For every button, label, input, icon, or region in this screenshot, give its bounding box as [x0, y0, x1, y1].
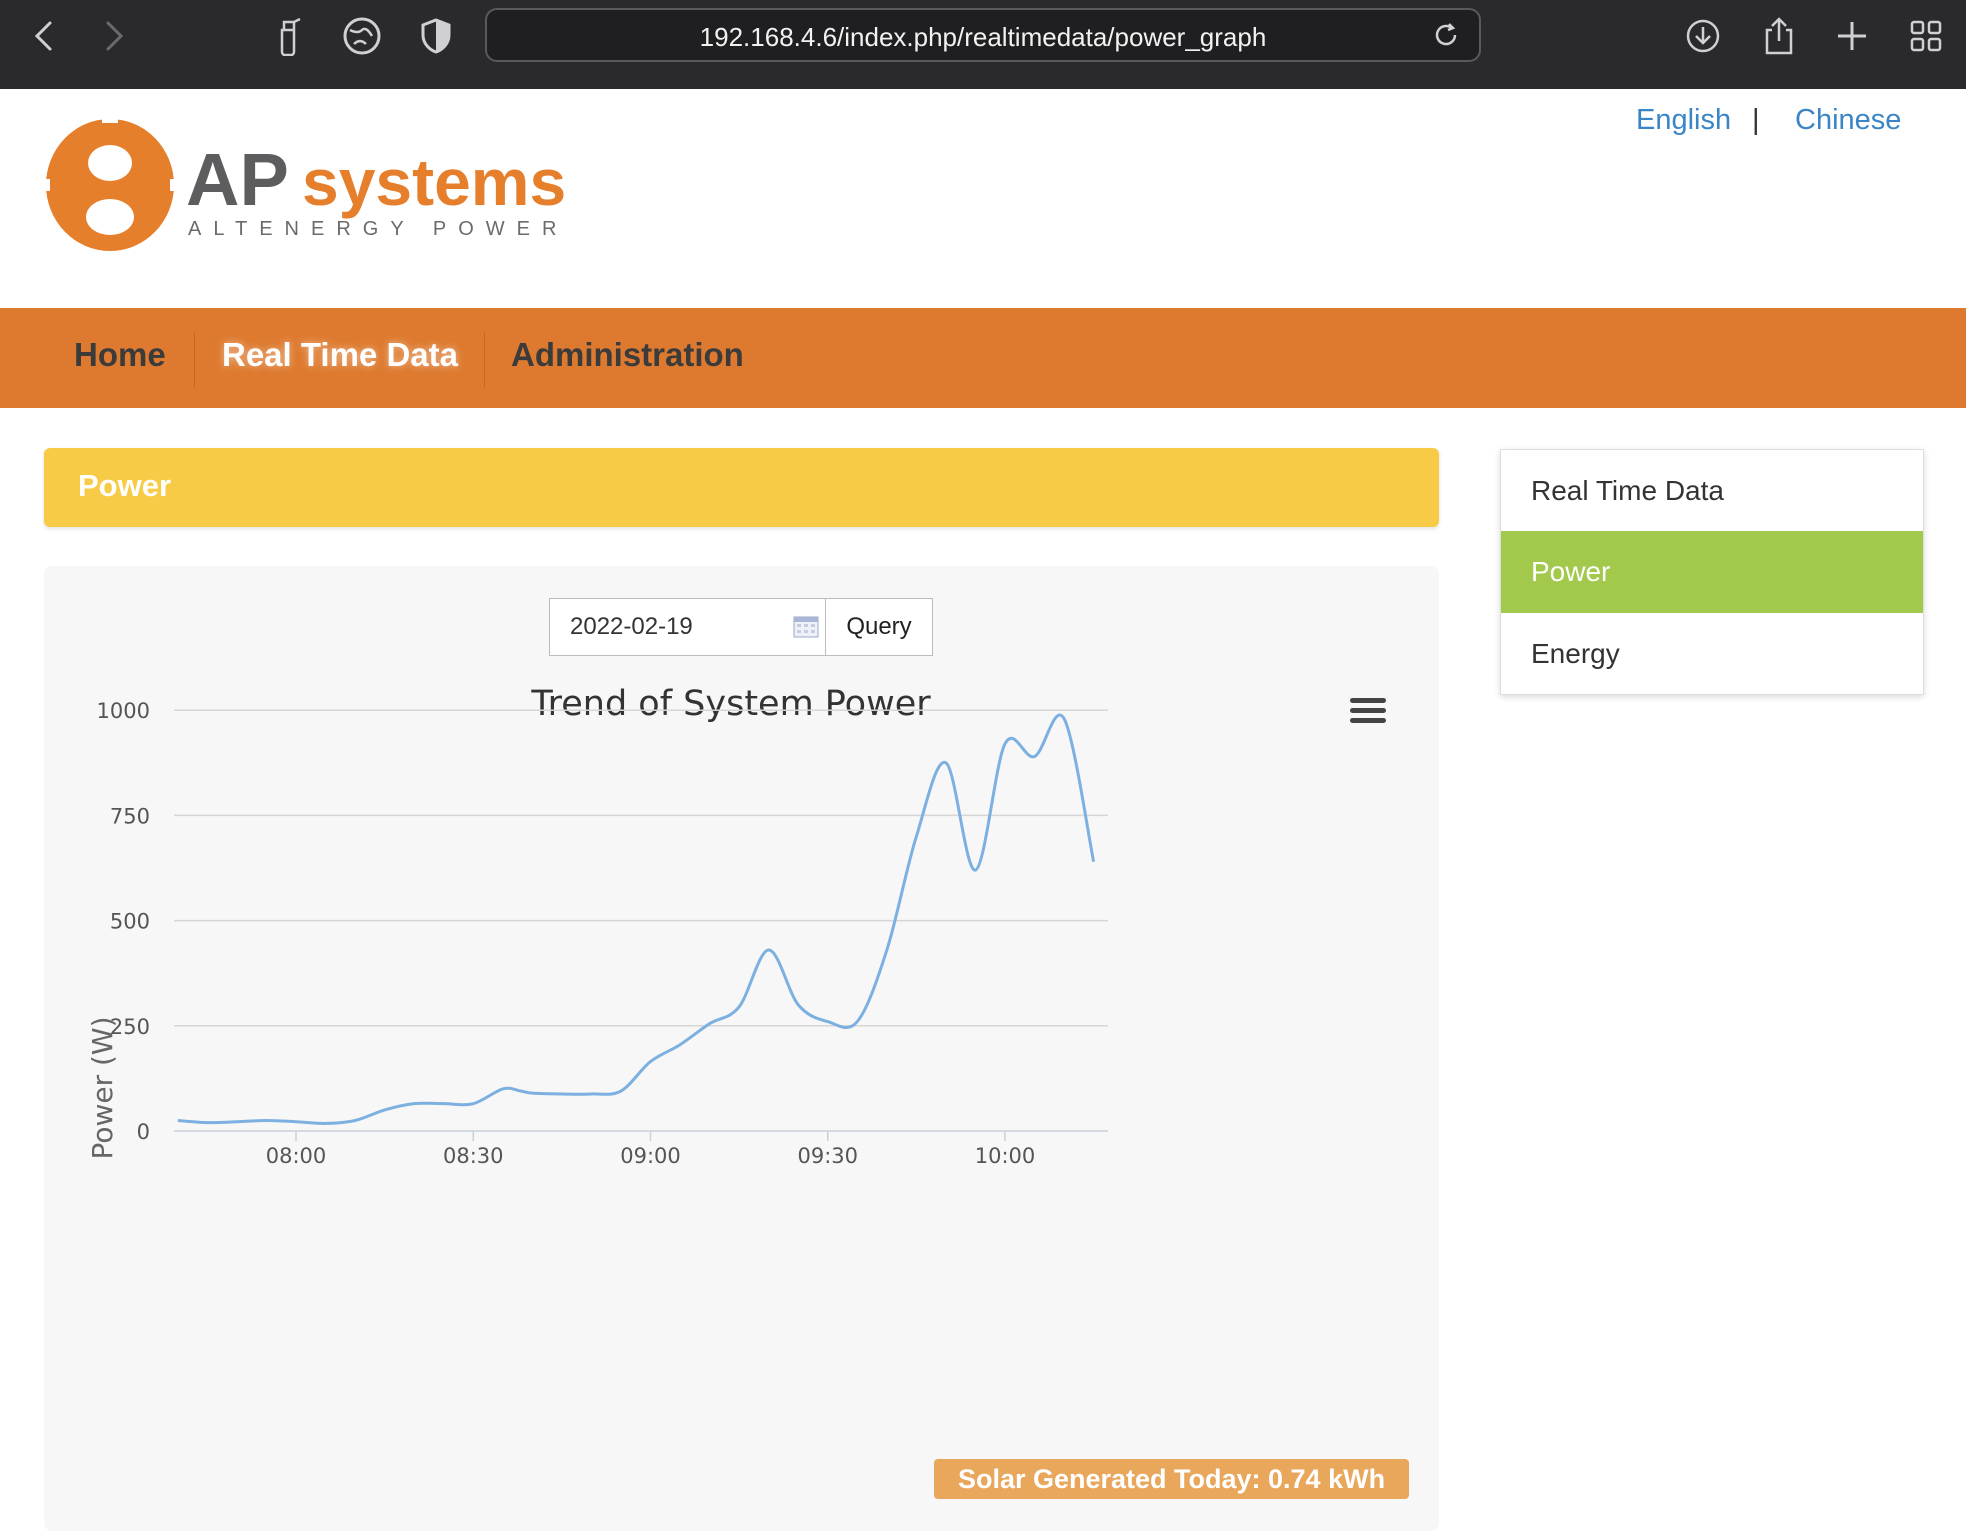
data-point[interactable] — [1090, 858, 1098, 866]
data-point[interactable] — [174, 1116, 182, 1124]
data-point[interactable] — [262, 1116, 270, 1124]
lang-separator: | — [1752, 104, 1760, 136]
data-point[interactable] — [853, 1018, 861, 1026]
globe-icon[interactable] — [340, 14, 384, 58]
nav-divider — [484, 332, 485, 388]
data-point[interactable] — [517, 1087, 525, 1095]
section-title-bar: Power — [44, 448, 1439, 527]
apsystems-logo[interactable]: AP systems ALTENERGY POWER — [40, 115, 580, 255]
brand-systems: systems — [302, 145, 566, 219]
data-point[interactable] — [735, 1003, 743, 1011]
brand-tagline: ALTENERGY POWER — [188, 218, 568, 240]
main-nav: Home Real Time Data Administration — [0, 308, 1966, 408]
data-point[interactable] — [558, 1090, 566, 1098]
sidebar-item-energy[interactable]: Energy — [1501, 613, 1923, 695]
nav-administration[interactable]: Administration — [511, 336, 744, 374]
query-button[interactable]: Query — [825, 598, 933, 656]
sidebar-item-real-time-data[interactable]: Real Time Data — [1501, 450, 1923, 532]
data-point[interactable] — [1060, 715, 1068, 723]
data-point[interactable] — [381, 1106, 389, 1114]
new-tab-icon[interactable] — [1830, 14, 1874, 58]
chart-menu-icon[interactable] — [1350, 698, 1386, 723]
back-icon[interactable] — [22, 14, 66, 58]
date-input[interactable]: 2022-02-19 — [549, 598, 826, 656]
y-tick-label: 750 — [110, 804, 150, 828]
reload-icon[interactable] — [1431, 20, 1461, 50]
data-point[interactable] — [883, 946, 891, 954]
data-point[interactable] — [824, 1018, 832, 1026]
data-point[interactable] — [351, 1116, 359, 1124]
data-point[interactable] — [971, 866, 979, 874]
data-point[interactable] — [794, 1001, 802, 1009]
data-point[interactable] — [706, 1020, 714, 1028]
data-point[interactable] — [292, 1118, 300, 1126]
section-title: Power — [78, 468, 172, 503]
shield-icon[interactable] — [414, 14, 458, 58]
download-icon[interactable] — [1681, 14, 1725, 58]
sidebar-menu: Real Time Data Power Energy — [1500, 449, 1924, 695]
chart-title: Trend of System Power — [530, 684, 931, 724]
logo-mark-icon — [40, 115, 180, 251]
data-point[interactable] — [1031, 752, 1039, 760]
y-tick-label: 0 — [137, 1120, 150, 1144]
x-tick-label: 08:00 — [266, 1144, 327, 1168]
spray-bottle-icon[interactable] — [266, 14, 310, 58]
data-point[interactable] — [528, 1089, 536, 1097]
data-point[interactable] — [765, 946, 773, 954]
data-point[interactable] — [676, 1041, 684, 1049]
data-point[interactable] — [233, 1118, 241, 1126]
y-axis-label: Power (W) — [86, 1016, 119, 1159]
power-series-line[interactable] — [177, 713, 1096, 1125]
nav-real-time-data[interactable]: Real Time Data — [222, 336, 458, 374]
share-icon[interactable] — [1757, 14, 1801, 58]
data-point[interactable] — [440, 1100, 448, 1108]
lang-chinese-link[interactable]: Chinese — [1795, 104, 1901, 137]
data-point[interactable] — [647, 1058, 655, 1066]
calendar-icon[interactable] — [793, 616, 819, 638]
sidebar-item-power[interactable]: Power — [1501, 531, 1923, 613]
y-tick-label: 500 — [110, 910, 150, 934]
y-tick-label: 1000 — [97, 699, 150, 723]
tab-overview-icon[interactable] — [1904, 14, 1948, 58]
data-point[interactable] — [617, 1087, 625, 1095]
forward-icon[interactable] — [92, 14, 136, 58]
brand-ap: AP — [186, 138, 289, 221]
data-point[interactable] — [499, 1085, 507, 1093]
x-tick-label: 08:30 — [443, 1144, 504, 1168]
data-point[interactable] — [203, 1119, 211, 1127]
data-point[interactable] — [469, 1100, 477, 1108]
date-value: 2022-02-19 — [570, 613, 693, 640]
x-tick-label: 09:30 — [797, 1144, 858, 1168]
data-point[interactable] — [410, 1100, 418, 1108]
lang-english-link[interactable]: English — [1636, 104, 1731, 137]
data-point[interactable] — [912, 832, 920, 840]
data-point[interactable] — [587, 1090, 595, 1098]
data-point[interactable] — [942, 759, 950, 767]
nav-divider — [194, 332, 195, 388]
power-chart: Trend of System Power 025050075010001250… — [86, 684, 1386, 1168]
x-tick-label: 10:00 — [975, 1144, 1036, 1168]
solar-generated-badge: Solar Generated Today: 0.74 kWh — [934, 1459, 1409, 1499]
browser-toolbar: 192.168.4.6/index.php/realtimedata/power… — [0, 0, 1966, 89]
x-tick-label: 09:00 — [620, 1144, 681, 1168]
url-text: 192.168.4.6/index.php/realtimedata/power… — [699, 22, 1267, 52]
data-point[interactable] — [1001, 740, 1009, 748]
address-bar[interactable]: 192.168.4.6/index.php/realtimedata/power… — [485, 8, 1481, 62]
data-point[interactable] — [322, 1119, 330, 1127]
nav-home[interactable]: Home — [74, 336, 166, 374]
